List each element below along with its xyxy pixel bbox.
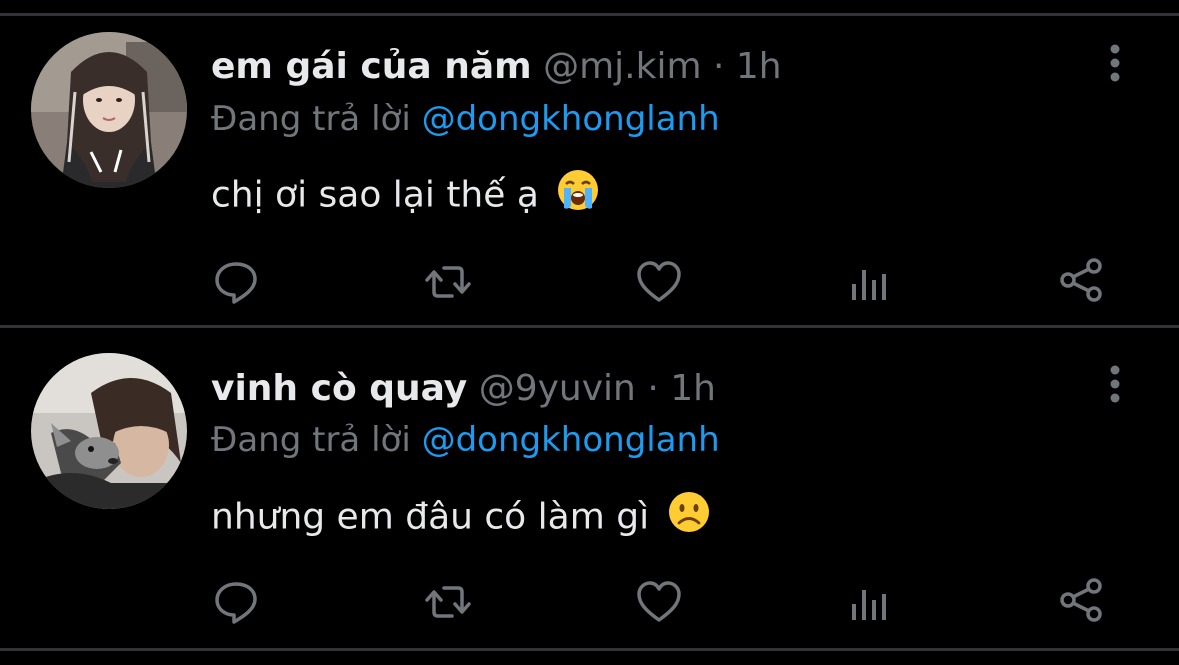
user-handle[interactable]: @mj.kim	[543, 46, 701, 87]
replying-to: Đang trả lời @dongkhonglanh	[211, 418, 720, 462]
tweet[interactable]: em gái của năm @mj.kim · 1h Đang trả lời…	[0, 0, 1179, 330]
views-icon[interactable]	[846, 260, 894, 308]
display-name[interactable]: em gái của năm	[211, 46, 532, 87]
loudly-crying-face-emoji	[556, 168, 600, 225]
reply-prefix: Đang trả lời	[211, 420, 411, 460]
share-icon[interactable]	[1058, 256, 1106, 304]
tweet-text-content: nhưng em đâu có làm gì	[211, 496, 650, 538]
reply-icon[interactable]	[212, 578, 260, 626]
reply-mention-link[interactable]: @dongkhonglanh	[422, 420, 720, 460]
tweet-header: em gái của năm @mj.kim · 1h	[211, 45, 782, 89]
separator-dot: ·	[712, 46, 725, 87]
separator-dot: ·	[647, 368, 659, 409]
more-options-icon[interactable]	[1103, 363, 1127, 407]
tweet-text: chị ơi sao lại thế ạ	[211, 168, 600, 225]
timestamp[interactable]: 1h	[736, 46, 782, 87]
like-icon[interactable]	[635, 578, 683, 626]
tweet-divider	[0, 325, 1179, 328]
tweet-text: nhưng em đâu có làm gì	[211, 490, 711, 547]
tweet[interactable]: vinh cò quay @9yuvin · 1h Đang trả lời @…	[0, 330, 1179, 660]
like-icon[interactable]	[635, 258, 683, 306]
reply-prefix: Đang trả lời	[211, 99, 411, 139]
tweet-header: vinh cò quay @9yuvin · 1h	[211, 367, 716, 411]
views-icon[interactable]	[846, 580, 894, 628]
more-options-icon[interactable]	[1103, 42, 1127, 86]
bottom-divider	[0, 648, 1179, 651]
reply-icon[interactable]	[212, 258, 260, 306]
reply-mention-link[interactable]: @dongkhonglanh	[422, 99, 720, 139]
replying-to: Đang trả lời @dongkhonglanh	[211, 97, 720, 141]
tweet-text-content: chị ơi sao lại thế ạ	[211, 174, 539, 216]
retweet-icon[interactable]	[424, 258, 472, 306]
avatar[interactable]	[31, 32, 187, 188]
share-icon[interactable]	[1058, 576, 1106, 624]
user-handle[interactable]: @9yuvin	[479, 368, 636, 409]
display-name[interactable]: vinh cò quay	[211, 368, 467, 409]
avatar[interactable]	[31, 353, 187, 509]
frowning-face-emoji	[667, 490, 711, 547]
retweet-icon[interactable]	[424, 578, 472, 626]
timestamp[interactable]: 1h	[670, 368, 716, 409]
